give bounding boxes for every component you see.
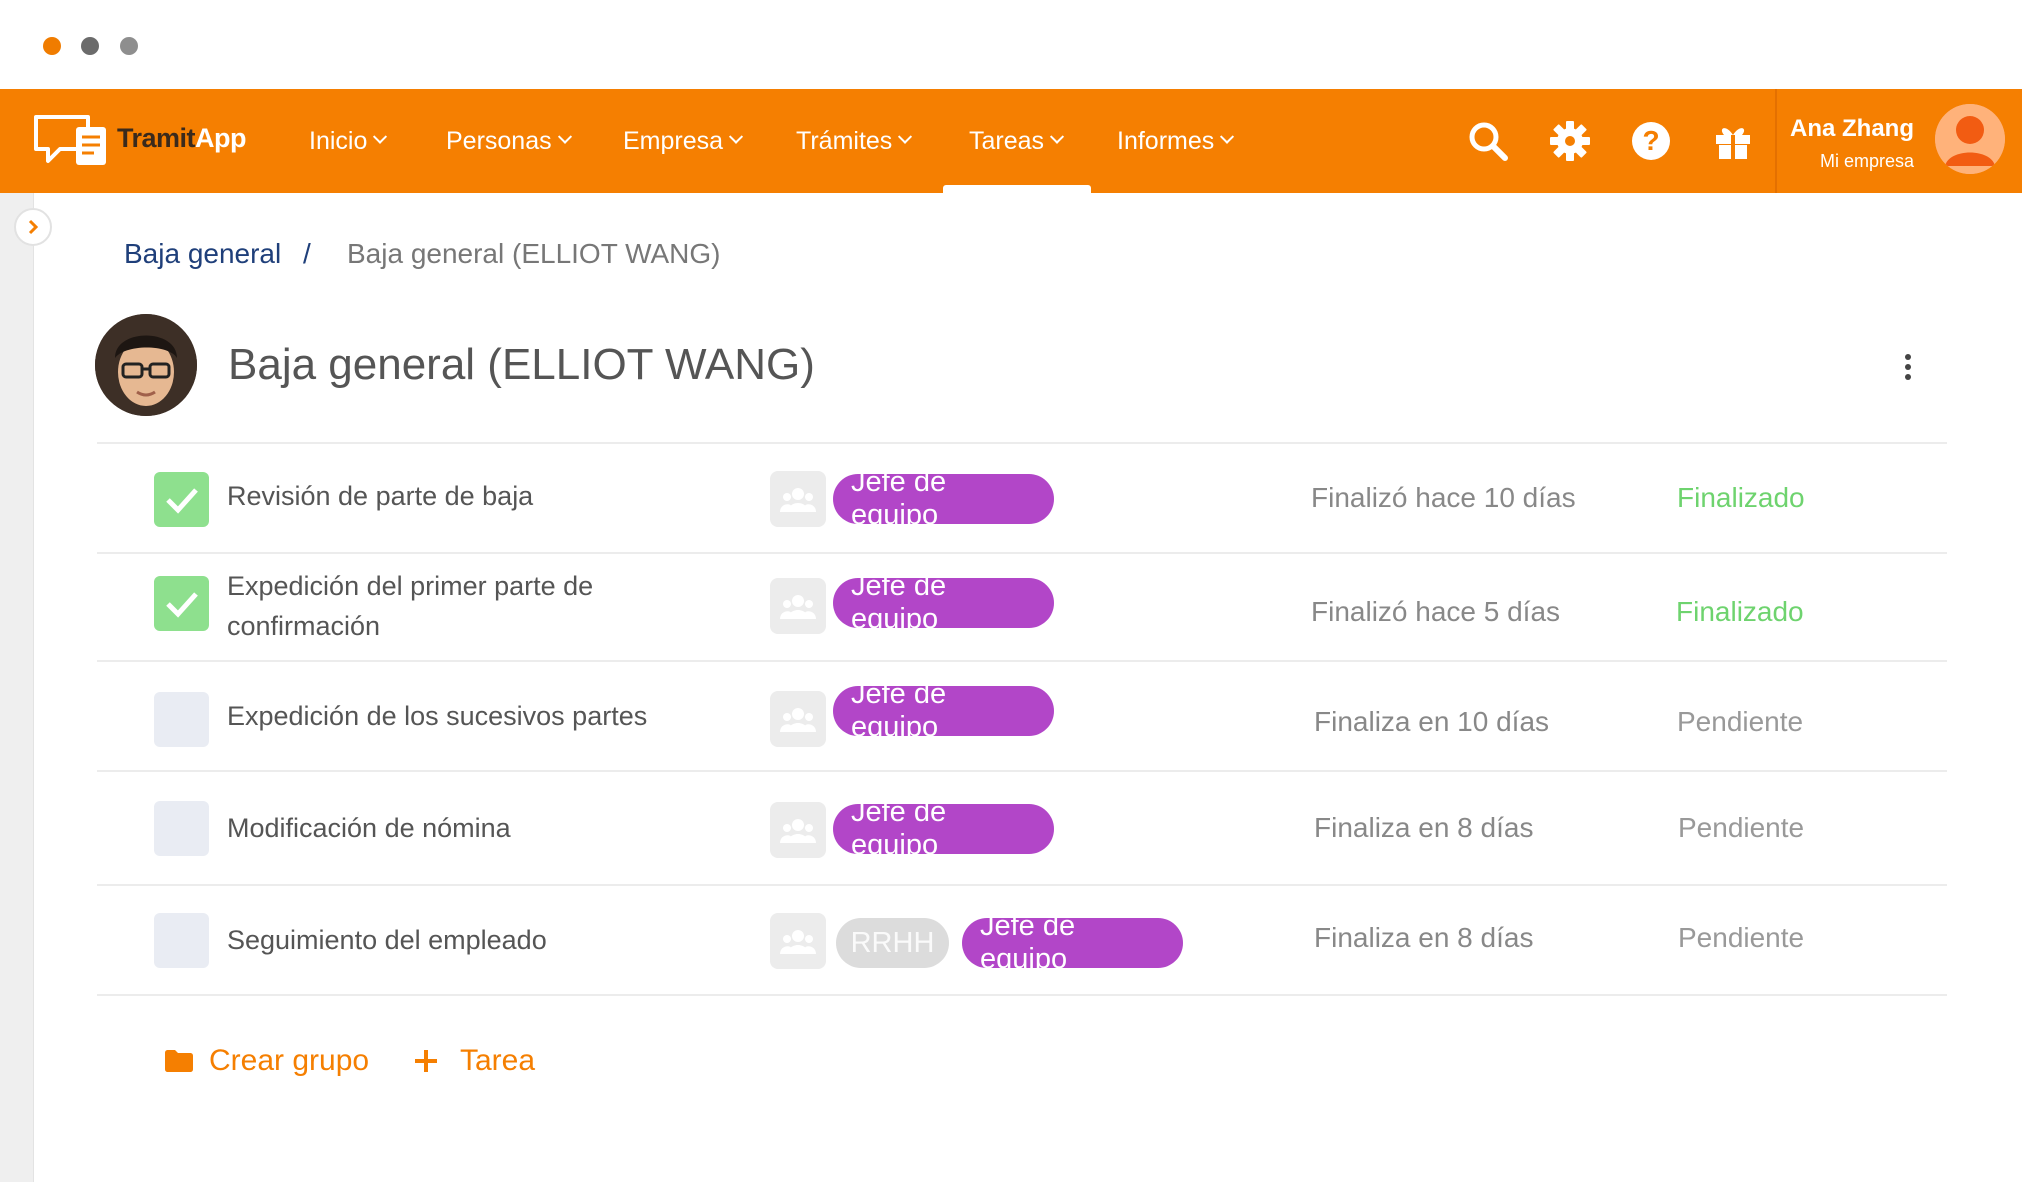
check-icon [165,591,198,618]
more-options-icon[interactable] [1898,350,1918,384]
task-row: Expedición de los sucesivos partes Jefe … [97,660,1947,770]
task-checkbox[interactable] [154,801,209,856]
app-logo[interactable]: TramitApp [32,109,247,175]
user-divider [1775,89,1777,193]
user-company: Mi empresa [1819,151,1914,171]
task-row: Modificación de nómina Jefe de equipo Fi… [97,770,1947,884]
group-icon [770,471,826,527]
chevron-down-icon [728,129,744,144]
user-avatar[interactable] [1935,104,2005,174]
task-status: Pendiente [1678,812,1805,843]
expand-sidebar-button[interactable] [14,208,52,246]
task-list-end-divider [97,994,1947,996]
role-badge: Jefe de equipo [833,570,1054,635]
task-name[interactable]: Modificación de nómina [227,808,687,848]
chevron-down-icon [557,129,572,144]
chevron-down-icon [1049,129,1065,144]
role-badge: Jefe de equipo [833,466,1054,531]
search-icon[interactable] [1466,119,1510,163]
task-name[interactable]: Expedición de los sucesivos partes [227,696,687,736]
task-status: Finalizado [1677,482,1805,513]
task-checkbox[interactable] [154,692,209,747]
logo-icon [34,115,106,165]
task-status: Pendiente [1678,922,1805,953]
gift-icon[interactable] [1711,119,1755,163]
nav-personas[interactable]: Personas [446,89,572,193]
plus-icon [415,1050,437,1072]
create-group-button[interactable]: Crear grupo [165,1044,369,1078]
task-name[interactable]: Seguimiento del empleado [227,920,687,960]
task-due: Finalizó hace 10 días [1311,482,1576,513]
nav-inicio[interactable]: Inicio [309,89,388,193]
task-due: Finaliza en 8 días [1314,922,1534,953]
task-checkbox[interactable] [154,913,209,968]
role-badge: RRHH [836,918,949,968]
gear-icon[interactable] [1548,119,1592,163]
top-navbar: TramitApp Inicio Personas Empresa Trámit… [0,89,2022,193]
task-row: Expedición del primer parte de confirmac… [97,552,1947,660]
breadcrumb-parent[interactable]: Baja general [124,238,281,270]
task-status: Finalizado [1676,596,1804,627]
page-title: Baja general (ELLIOT WANG) [228,340,815,389]
role-badge: Jefe de equipo [833,796,1054,861]
chevron-down-icon [898,129,913,144]
window-titlebar [0,0,2022,89]
nav-empresa[interactable]: Empresa [623,89,744,193]
task-due: Finaliza en 8 días [1314,812,1534,843]
breadcrumb-separator: / [303,238,311,269]
task-due: Finaliza en 10 días [1314,706,1550,737]
brand-name: TramitApp [117,123,247,153]
group-icon [770,802,826,858]
task-checkbox[interactable] [154,576,209,631]
window-close-dot[interactable] [43,37,61,55]
group-icon [770,913,826,969]
task-name[interactable]: Revisión de parte de baja [227,476,687,516]
task-name[interactable]: Expedición del primer parte de confirmac… [227,566,687,646]
check-icon [165,487,198,514]
employee-avatar [95,314,197,416]
window-maximize-dot[interactable] [120,37,138,55]
nav-active-indicator [943,185,1091,193]
chevron-down-icon [1220,129,1235,144]
role-badge: Jefe de equipo [833,678,1054,743]
window-minimize-dot[interactable] [81,37,99,55]
task-row: Seguimiento del empleado RRHH Jefe de eq… [97,884,1947,994]
add-task-label: Tarea [460,1044,536,1077]
help-icon[interactable]: ? [1629,119,1673,163]
task-status: Pendiente [1677,706,1804,737]
left-rail [0,193,34,1182]
nav-informes[interactable]: Informes [1117,89,1235,193]
chevron-right-icon [28,219,39,235]
svg-text:?: ? [1642,125,1659,156]
add-task-button[interactable]: Tarea [414,1044,535,1078]
breadcrumb-current: Baja general (ELLIOT WANG) [347,238,721,269]
task-due: Finalizó hace 5 días [1311,596,1561,627]
create-group-label: Crear grupo [209,1044,370,1077]
user-name[interactable]: Ana Zhang [1790,115,1914,143]
folder-icon [165,1050,193,1072]
group-icon [770,578,826,634]
task-checkbox[interactable] [154,472,209,527]
task-row: Revisión de parte de baja Jefe de equipo… [97,442,1947,552]
nav-tareas[interactable]: Tareas [969,89,1065,193]
nav-tramites[interactable]: Trámites [796,89,913,193]
chevron-down-icon [373,129,388,144]
role-badge: Jefe de equipo [962,910,1183,975]
group-icon [770,691,826,747]
